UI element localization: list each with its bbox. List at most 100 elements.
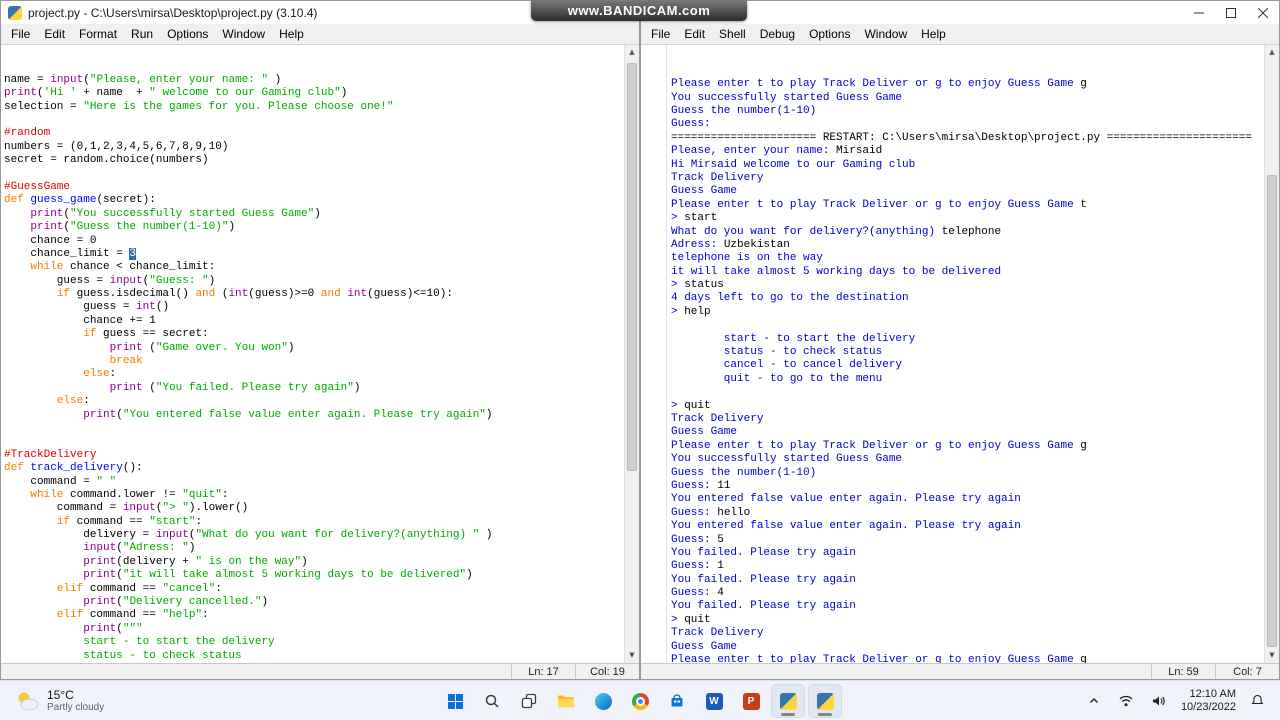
code-line: if command == "start": [56,515,203,528]
python-editor-icon[interactable] [771,684,805,718]
shell-line: > quit [671,613,711,626]
code-line: print("You successfully started Guess Ga… [30,207,321,220]
code-line: break [109,355,143,368]
scroll-down-arrow[interactable]: ▼ [1265,648,1279,663]
python-shell-icon[interactable] [808,684,842,718]
code-line: chance += 1 [4,314,156,327]
close-button[interactable] [1247,1,1279,24]
shell-line: What do you want for delivery?(anything)… [671,225,1002,238]
shell-line: You successfully started Guess Game [671,453,903,466]
editor-code: name = input("Please, enter your name: "… [1,72,639,663]
code-line: def guess_game(secret): [4,194,156,207]
menu-edit[interactable]: Edit [37,25,72,43]
shell-line: Guess Game [671,426,738,439]
menu-help[interactable]: Help [272,25,311,43]
maximize-button[interactable] [1215,1,1247,24]
scroll-thumb[interactable] [1267,174,1277,647]
shell-line: You failed. Please try again [671,600,856,613]
editor-text-area[interactable]: name = input("Please, enter your name: "… [1,45,639,663]
start-icon[interactable] [438,684,472,718]
menu-format[interactable]: Format [72,25,124,43]
code-line: print(""" [83,622,143,635]
code-line: guess = input("Guess: ") [4,274,216,287]
status-column: Col: 7 [1215,664,1279,679]
code-line: print(delivery + " is on the way") [83,555,308,568]
code-line: elif command == "cancel": [56,582,222,595]
shell-line: cancel - to cancel delivery [671,359,903,372]
weather-temperature: 15°C [47,687,74,702]
menu-window[interactable]: Window [857,25,914,43]
shell-line: ====================== RESTART: C:\Users… [671,131,1252,144]
active-app-indicator [781,713,795,716]
notifications-bell-icon[interactable] [1247,690,1268,711]
tray-time: 12:10 AM [1189,687,1236,700]
taskbar-icons: WP [438,684,842,718]
menu-options[interactable]: Options [802,25,857,43]
word-icon[interactable]: W [697,684,731,718]
shell-line: You entered false value enter again. Ple… [671,520,1021,533]
editor-vertical-scrollbar[interactable]: ▲ ▼ [624,45,639,663]
shell-line: Guess: 11 [671,479,731,492]
shell-line: Please, enter your name: Mirsaid [671,145,883,158]
shell-line: Guess: 4 [671,587,724,600]
code-line: start - to start the delivery [4,636,275,649]
menu-edit[interactable]: Edit [677,25,712,43]
code-line: #TrackDelivery [4,448,97,461]
shell-text-area[interactable]: Please enter t to play Track Deliver or … [641,45,1279,663]
file-explorer-icon[interactable] [549,684,583,718]
shell-line: You failed. Please try again [671,546,856,559]
code-line: #random [4,127,51,140]
menu-run[interactable]: Run [124,25,160,43]
active-app-indicator [818,713,832,716]
code-line: else: [83,368,117,381]
shell-line: Please enter t to play Track Deliver or … [671,439,1087,452]
menu-window[interactable]: Window [215,25,272,43]
code-line: print("Guess the number(1-10)") [30,221,236,234]
menu-debug[interactable]: Debug [753,25,802,43]
menu-options[interactable]: Options [160,25,215,43]
minimize-button[interactable] [1183,1,1215,24]
code-line: print("it will take almost 5 working day… [83,569,473,582]
editor-menubar: File Edit Format Run Options Window Help [1,24,639,45]
watermark-text: www.BANDICAM.com [567,3,711,18]
menu-file[interactable]: File [4,25,37,43]
code-line: print ("Game over. You won") [109,341,295,354]
task-view-icon[interactable] [512,684,546,718]
code-line: while command.lower != "quit": [30,488,229,501]
status-line: Ln: 59 [1151,664,1215,679]
volume-icon[interactable] [1148,691,1170,711]
scroll-up-arrow[interactable]: ▲ [1265,45,1279,60]
shell-line: start - to start the delivery [671,332,916,345]
menu-help[interactable]: Help [914,25,953,43]
code-line: guess = int() [4,301,170,314]
wifi-icon[interactable] [1115,691,1137,711]
powerpoint-icon[interactable]: P [734,684,768,718]
chrome-icon[interactable] [623,684,657,718]
hidden-icons-chevron-icon[interactable] [1084,692,1104,710]
menu-shell[interactable]: Shell [712,25,753,43]
clock[interactable]: 12:10 AM 10/23/2022 [1181,688,1236,714]
tray-date: 10/23/2022 [1180,700,1236,713]
scroll-thumb[interactable] [627,63,637,471]
scroll-up-arrow[interactable]: ▲ [625,45,639,60]
code-line: chance_limit = 3 [4,247,137,260]
menu-file[interactable]: File [644,25,677,43]
store-icon[interactable] [660,684,694,718]
shell-line: Guess: [671,118,718,131]
scroll-down-arrow[interactable]: ▼ [625,648,639,663]
weather-widget[interactable]: 15°C Partly cloudy [4,681,114,720]
shell-line: Please enter t to play Track Deliver or … [671,198,1087,211]
shell-menubar: File Edit Shell Debug Options Window Help [641,24,1279,45]
code-line: chance = 0 [4,234,97,247]
shell-line: > help [671,305,711,318]
weather-description: Partly cloudy [47,701,105,713]
code-line: print("Delivery cancelled.") [83,596,269,609]
code-line: delivery = input("What do you want for d… [4,529,493,542]
partly-cloudy-icon [18,692,39,710]
search-icon[interactable] [475,684,509,718]
edge-icon[interactable] [586,684,620,718]
shell-vertical-scrollbar[interactable]: ▲ ▼ [1264,45,1279,663]
code-line: while chance < chance_limit: [30,261,216,274]
